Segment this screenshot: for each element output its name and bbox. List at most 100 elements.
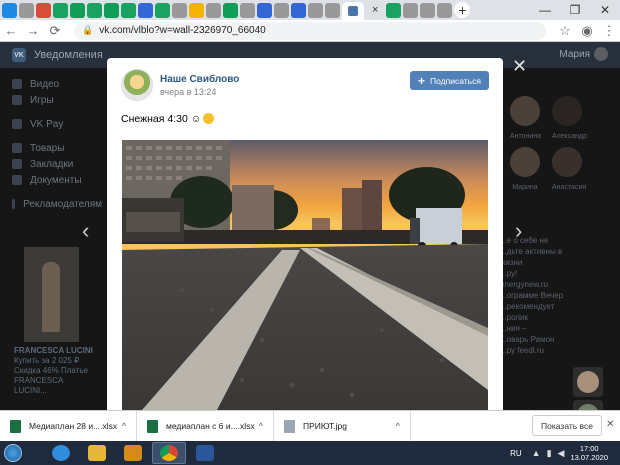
tab-active[interactable] [342,2,364,20]
download-bar: Медиаплан 28 и....xlsx ^ медиаплан с 6 и… [0,410,620,442]
subscribe-button[interactable]: + Подписаться [410,71,489,90]
star-icon[interactable]: ☆ [554,20,576,42]
tray-arrow-icon[interactable]: ▲ [532,448,541,458]
minimize-button[interactable]: — [530,0,560,20]
image-icon [284,419,295,433]
browser-tab[interactable] [325,2,340,18]
menu-item-bookmarks[interactable]: Закладки [12,156,102,172]
browser-tab[interactable] [189,2,204,18]
browser-tab[interactable] [2,2,17,18]
browser-tab[interactable] [386,2,402,18]
tab-close-icon[interactable]: × [372,4,378,16]
post-time[interactable]: вчера в 13:24 [160,87,216,97]
volume-icon[interactable]: ◀ [558,448,565,459]
browser-tab[interactable] [240,2,255,18]
vk-logo-icon[interactable]: VK [12,48,26,62]
profile-icon[interactable]: ◉ [576,20,598,42]
chat-avatar-button[interactable] [573,367,603,397]
news-line[interactable]: ...ролик [500,312,585,323]
start-button[interactable] [0,441,26,465]
news-line[interactable]: energynew.ru [500,279,585,290]
friend-item[interactable]: Александр [552,96,587,141]
news-line[interactable]: ...ограмме Вечер [500,290,585,301]
browser-tab[interactable] [70,2,85,18]
menu-icon[interactable]: ⋮ [598,20,620,42]
taskbar-ie[interactable] [44,442,78,464]
browser-tab[interactable] [104,2,119,18]
browser-tab[interactable] [223,2,238,18]
vk-user-name[interactable]: Мария [559,49,590,60]
browser-tab[interactable] [291,2,306,18]
language-indicator[interactable]: RU [510,449,522,458]
smile-emoji-icon [203,113,215,124]
browser-tab[interactable] [121,2,136,18]
friend-item[interactable]: Анастасия [552,147,586,192]
browser-tab[interactable] [257,2,272,18]
back-icon[interactable]: ← [0,20,22,42]
browser-tab[interactable] [36,2,51,18]
menu-item-ads[interactable]: Рекламодателям [12,196,102,212]
close-icon[interactable]: ✕ [512,56,527,77]
taskbar: RU ▲ ▮ ◀ 17:00 13.07.2020 [0,441,620,465]
news-line[interactable]: ...ния – [500,323,585,334]
browser-tab[interactable] [274,2,289,18]
subscribe-label: Подписаться [430,75,481,86]
ad-line: Купить за 2 025 ₽ [14,356,80,365]
taskbar-chrome[interactable] [152,442,186,464]
browser-tab[interactable] [420,2,436,18]
taskbar-explorer[interactable] [80,442,114,464]
browser-tab[interactable] [437,2,453,18]
menu-item-goods[interactable]: Товары [12,140,102,156]
browser-tab[interactable] [403,2,419,18]
news-line[interactable]: ...рекомендует [500,301,585,312]
forward-icon[interactable]: → [22,20,44,42]
window-close-button[interactable]: ✕ [590,0,620,20]
clock[interactable]: 17:00 13.07.2020 [570,444,608,462]
browser-tab[interactable] [155,2,170,18]
download-item[interactable]: медиаплан с 6 и....xlsx ^ [137,410,274,442]
next-arrow-icon[interactable]: › [515,218,522,244]
right-news: ...е о себе не ...дьте активны в жизни...… [500,235,585,356]
new-tab-button[interactable]: + [454,2,471,18]
reload-icon[interactable]: ⟳ [44,20,66,42]
menu-item-vkpay[interactable]: VK Pay [12,116,102,132]
menu-item-games[interactable]: Игры [12,92,102,108]
show-all-downloads-button[interactable]: Показать все [532,415,602,436]
chat-avatar-button[interactable] [573,400,603,410]
browser-tab[interactable] [172,2,187,18]
friend-item[interactable]: Марина [510,147,540,192]
browser-tab[interactable] [53,2,68,18]
network-icon[interactable]: ▮ [547,448,552,459]
group-avatar[interactable] [121,69,153,101]
browser-tab[interactable] [87,2,102,18]
menu-item-video[interactable]: Видео [12,76,102,92]
ad-promo[interactable]: FRANCESCA LUCINI Купить за 2 025 ₽ Скидк… [14,247,94,396]
url-text: vk.com/vlblo?w=wall-2326970_66040 [99,25,266,36]
browser-tab[interactable] [206,2,221,18]
browser-tab[interactable] [19,2,34,18]
xlsx-icon [10,419,21,433]
news-line[interactable]: ...дьте активны в жизни [500,246,585,268]
maximize-button[interactable]: ❐ [560,0,590,20]
taskbar-word[interactable] [188,442,222,464]
address-bar[interactable]: 🔒 vk.com/vlblo?w=wall-2326970_66040 [74,21,546,40]
browser-tab[interactable] [138,2,153,18]
news-line[interactable]: ...е о себе не [500,235,585,246]
friend-item[interactable]: Антонина [510,96,541,141]
chevron-up-icon[interactable]: ^ [396,421,400,431]
news-line[interactable]: ...ру feedl.ru [500,345,585,356]
prev-arrow-icon[interactable]: ‹ [82,218,89,244]
close-download-bar-icon[interactable]: ✕ [606,419,614,430]
post-photo[interactable] [122,140,488,410]
browser-tab[interactable] [308,2,323,18]
chevron-up-icon[interactable]: ^ [259,421,263,431]
chevron-up-icon[interactable]: ^ [122,421,126,431]
news-line[interactable]: ...оварь Рамон [500,334,585,345]
download-item[interactable]: ПРИЮТ.jpg ^ [274,410,411,442]
taskbar-media[interactable] [116,442,150,464]
group-name[interactable]: Наше Свиблово [160,74,239,85]
download-item[interactable]: Медиаплан 28 и....xlsx ^ [0,410,137,442]
menu-item-docs[interactable]: Документы [12,172,102,188]
avatar[interactable] [594,47,608,61]
news-line[interactable]: ...ру! [500,268,585,279]
